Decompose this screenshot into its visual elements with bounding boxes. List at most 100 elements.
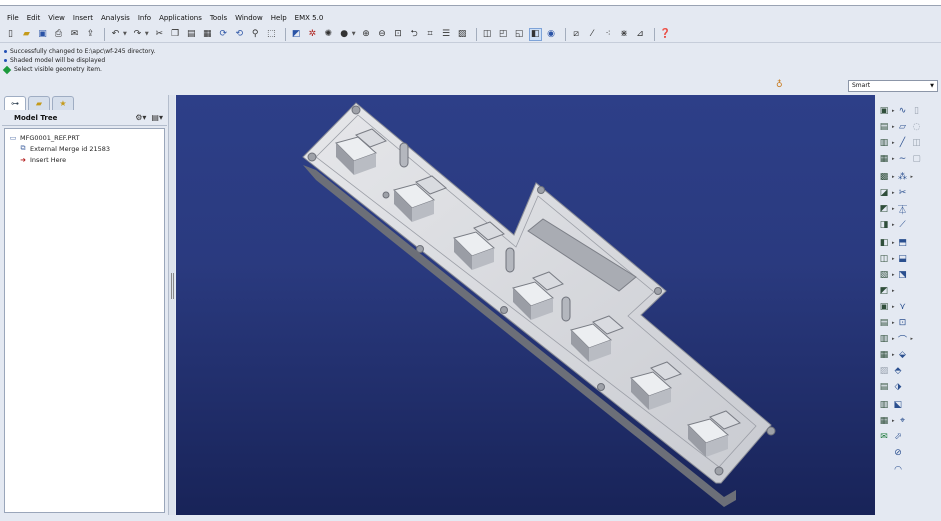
menu-view[interactable]: View — [44, 12, 69, 24]
undo-icon[interactable]: ↶ — [109, 28, 122, 41]
trim-tool-icon[interactable]: ✂ — [897, 187, 909, 199]
hole-tool-icon[interactable]: ◧ — [878, 237, 890, 249]
merge-tool-icon[interactable]: ⋎ — [897, 301, 909, 313]
tool-flyout-icon[interactable]: ▸ — [892, 190, 895, 196]
wireframe-icon[interactable]: ◫ — [481, 28, 494, 41]
offset-tool-icon[interactable]: ⬒ — [897, 237, 909, 249]
no-hidden-icon[interactable]: ◱ — [513, 28, 526, 41]
reorient-icon[interactable]: ⮌ — [408, 28, 421, 41]
saved-views-icon[interactable]: ⌗ — [424, 28, 437, 41]
undo-dropdown-icon[interactable]: ▼ — [123, 31, 127, 37]
round-tool-icon[interactable]: ◩ — [878, 285, 890, 297]
new-icon[interactable]: ▯ — [4, 28, 17, 41]
open-icon[interactable]: ▰ — [20, 28, 33, 41]
regenerate-icon[interactable]: ⟳ — [217, 28, 230, 41]
redo-icon[interactable]: ↷ — [131, 28, 144, 41]
arrow-tool-icon[interactable]: ⬀ — [892, 431, 904, 443]
menu-tools[interactable]: Tools — [206, 12, 231, 24]
tool-flyout-icon[interactable]: ▸ — [892, 140, 895, 146]
zoom-out-icon[interactable]: ⊖ — [376, 28, 389, 41]
sweep-tool-icon[interactable]: ◩ — [878, 203, 890, 215]
spin-center-icon[interactable]: ✲ — [306, 28, 319, 41]
find-icon[interactable]: ⚲ — [249, 28, 262, 41]
datum-points-icon[interactable]: ⁖ — [602, 28, 615, 41]
blend-tool-icon[interactable]: ◨ — [878, 219, 890, 231]
csys-tool-icon[interactable]: ▦ — [878, 153, 890, 165]
datum-point-tool-icon[interactable]: ▥ — [878, 137, 890, 149]
appearance-dropdown-icon[interactable]: ▼ — [352, 31, 356, 37]
menu-analysis[interactable]: Analysis — [97, 12, 134, 24]
emx-tool-icon[interactable]: ▦ — [878, 349, 890, 361]
tool-flyout-icon[interactable]: ▸ — [892, 156, 895, 162]
menu-file[interactable]: File — [3, 12, 23, 24]
whats-this-icon[interactable]: ❓ — [659, 28, 672, 41]
freeform-tool-icon[interactable]: ◠ — [892, 464, 904, 476]
enhanced-realism-icon[interactable]: ◉ — [545, 28, 558, 41]
regenerate-manager-icon[interactable]: ⟲ — [233, 28, 246, 41]
datum-plane-tool-icon[interactable]: ▣ — [878, 105, 890, 117]
tool-flyout-icon[interactable]: ▸ — [892, 222, 895, 228]
emx-logo-icon[interactable]: ✉ — [878, 431, 890, 443]
parallelogram-icon[interactable]: ▱ — [897, 121, 909, 133]
print-icon[interactable]: ⎙ — [52, 28, 65, 41]
boundary-tool-icon[interactable]: ⬕ — [892, 399, 904, 411]
tab-model-tree[interactable]: ⊶ — [4, 96, 26, 110]
hidden-line-icon[interactable]: ◰ — [497, 28, 510, 41]
cut-tool-icon[interactable]: ▤ — [878, 317, 890, 329]
component-tool-icon[interactable]: ▥ — [878, 399, 890, 411]
tree-item[interactable]: ⧉ External Merge id 21583 — [9, 143, 160, 154]
menu-info[interactable]: Info — [134, 12, 155, 24]
model-view[interactable] — [176, 95, 875, 515]
curve-offset-icon[interactable]: ⊘ — [892, 447, 904, 459]
menu-help[interactable]: Help — [267, 12, 291, 24]
tool-flyout-icon[interactable]: ▸ — [892, 304, 895, 310]
datum-axes-icon[interactable]: ⁄ — [586, 28, 599, 41]
intersect-tool-icon[interactable]: ⌒ — [897, 333, 909, 346]
wrap-tool-icon[interactable]: ⬘ — [892, 365, 904, 377]
tree-item[interactable]: ▭ MFG0001_REF.PRT — [9, 132, 160, 143]
shell-tool-icon[interactable]: ◫ — [878, 253, 890, 265]
status-light-icon[interactable]: ♁ — [776, 80, 783, 90]
send-icon[interactable]: ⇪ — [84, 28, 97, 41]
zoom-in-icon[interactable]: ⊕ — [360, 28, 373, 41]
cut-icon[interactable]: ✂ — [153, 28, 166, 41]
revolve-tool-icon[interactable]: ◪ — [878, 187, 890, 199]
solidify-tool-icon[interactable]: ⬔ — [897, 269, 909, 281]
curve-tool-icon[interactable]: ⬗ — [892, 381, 904, 393]
extrude-tool-icon[interactable]: ▩ — [878, 171, 890, 183]
tool-flyout-icon[interactable]: ▸ — [892, 352, 895, 358]
tool-flyout-icon[interactable]: ▸ — [892, 320, 895, 326]
redo-dropdown-icon[interactable]: ▼ — [145, 31, 149, 37]
csys-icon[interactable]: ⋇ — [618, 28, 631, 41]
tree-settings-icon[interactable]: ⚙▾ — [135, 113, 146, 122]
copy-geom-tool-icon[interactable]: ▥ — [878, 333, 890, 345]
pattern-tool-icon[interactable]: ⁂ — [897, 171, 909, 183]
rib-tool-icon[interactable]: ▧ — [878, 269, 890, 281]
menu-emx[interactable]: EMX 5.0 — [291, 12, 328, 24]
tab-favorites[interactable]: ★ — [52, 96, 74, 110]
tab-folder-browser[interactable]: ▰ — [28, 96, 50, 110]
repaint-icon[interactable]: ◩ — [290, 28, 303, 41]
copy-icon[interactable]: ❐ — [169, 28, 182, 41]
datum-planes-icon[interactable]: ⧄ — [570, 28, 583, 41]
tool-flyout-icon[interactable]: ▸ — [892, 418, 895, 424]
tool-flyout-icon[interactable]: ▸ — [892, 206, 895, 212]
orient-icon[interactable]: ✺ — [322, 28, 335, 41]
panel-splitter[interactable] — [168, 95, 175, 515]
chamfer-tool-icon[interactable]: ▣ — [878, 301, 890, 313]
datum-graph-icon[interactable]: ⌖ — [897, 415, 909, 427]
menu-applications[interactable]: Applications — [155, 12, 206, 24]
save-icon[interactable]: ▣ — [36, 28, 49, 41]
shading-icon[interactable]: ◧ — [528, 27, 542, 41]
tree-columns-icon[interactable]: ▤▾ — [151, 113, 163, 122]
tool-flyout-icon[interactable]: ▸ — [892, 256, 895, 262]
tool-flyout-icon[interactable]: ▸ — [892, 174, 895, 180]
line-tool-icon[interactable]: ╱ — [897, 137, 909, 149]
graphics-window[interactable] — [176, 95, 875, 515]
mirror-tool-icon[interactable]: ⏄ — [897, 203, 909, 216]
thicken-tool-icon[interactable]: ⬓ — [897, 253, 909, 265]
tool-flyout-icon[interactable]: ▸ — [892, 288, 895, 294]
menu-insert[interactable]: Insert — [69, 12, 97, 24]
extend-tool-icon[interactable]: ⊡ — [897, 317, 909, 329]
layers-icon[interactable]: ☰ — [440, 28, 453, 41]
